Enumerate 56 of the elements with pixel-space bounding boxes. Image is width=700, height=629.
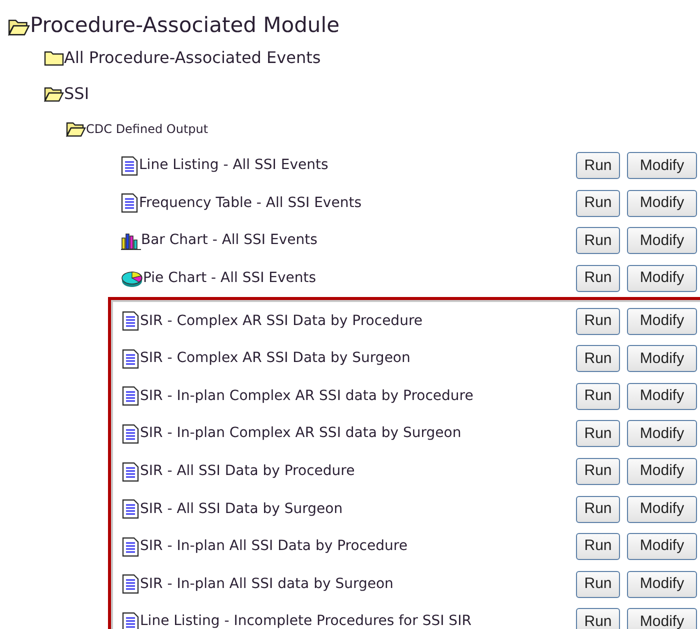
- modify-button[interactable]: Modify: [627, 308, 697, 335]
- run-button[interactable]: Run: [576, 420, 620, 448]
- modify-button[interactable]: Modify: [627, 458, 697, 486]
- modify-button[interactable]: Modify: [627, 533, 697, 560]
- run-button[interactable]: Run: [576, 227, 620, 254]
- run-button[interactable]: Run: [576, 345, 620, 372]
- modify-button[interactable]: Modify: [627, 496, 697, 523]
- report-title[interactable]: Line Listing - All SSI Events: [139, 155, 328, 176]
- run-button[interactable]: Run: [576, 570, 620, 598]
- document-icon: [121, 156, 139, 176]
- modify-button[interactable]: Modify: [627, 227, 697, 254]
- document-icon: [122, 536, 140, 557]
- run-button[interactable]: Run: [576, 608, 620, 629]
- report-title[interactable]: Line Listing - Incomplete Procedures for SSI SIR: [140, 611, 472, 629]
- folder-title[interactable]: SSI: [64, 82, 90, 106]
- document-icon: [122, 499, 140, 520]
- bar-chart-icon: [121, 232, 141, 250]
- folder-title[interactable]: All Procedure-Associated Events: [64, 46, 321, 70]
- report-title[interactable]: SIR - All SSI Data by Procedure: [140, 461, 355, 482]
- report-title[interactable]: SIR - In-plan Complex AR SSI data by Procedure: [140, 386, 474, 407]
- run-button[interactable]: Run: [576, 458, 620, 486]
- report-title[interactable]: SIR - In-plan Complex AR SSI data by Surgeon: [140, 423, 462, 444]
- run-button[interactable]: Run: [576, 152, 620, 180]
- run-button[interactable]: Run: [576, 265, 620, 292]
- modify-button[interactable]: Modify: [627, 608, 697, 629]
- run-button[interactable]: Run: [576, 533, 620, 560]
- report-title[interactable]: SIR - In-plan All SSI Data by Procedure: [140, 536, 408, 558]
- run-button[interactable]: Run: [576, 308, 620, 335]
- pie-chart-icon: [121, 268, 143, 289]
- report-title[interactable]: SIR - All SSI Data by Surgeon: [140, 498, 343, 520]
- document-icon: [122, 386, 140, 406]
- document-icon: [122, 462, 140, 482]
- report-title[interactable]: Pie Chart - All SSI Events: [143, 268, 316, 290]
- run-button[interactable]: Run: [576, 382, 620, 410]
- document-icon: [122, 424, 140, 444]
- open-folder-icon: [8, 18, 30, 36]
- modify-button[interactable]: Modify: [627, 152, 697, 180]
- folder-title[interactable]: CDC Defined Output: [86, 120, 208, 138]
- document-icon: [122, 311, 140, 332]
- report-title[interactable]: SIR - In-plan All SSI data by Surgeon: [140, 574, 394, 595]
- module-title[interactable]: Procedure-Associated Module: [30, 15, 340, 36]
- report-title[interactable]: Frequency Table - All SSI Events: [139, 192, 362, 214]
- run-button[interactable]: Run: [576, 496, 620, 523]
- report-title[interactable]: SIR - Complex AR SSI Data by Surgeon: [140, 348, 410, 370]
- modify-button[interactable]: Modify: [627, 265, 697, 292]
- modify-button[interactable]: Modify: [627, 382, 697, 410]
- modify-button[interactable]: Modify: [627, 420, 697, 448]
- document-icon: [122, 348, 140, 369]
- modify-button[interactable]: Modify: [627, 190, 697, 217]
- modify-button[interactable]: Modify: [627, 570, 697, 598]
- document-icon: [122, 574, 140, 594]
- report-title[interactable]: SIR - Complex AR SSI Data by Procedure: [140, 310, 423, 332]
- run-button[interactable]: Run: [576, 190, 620, 217]
- report-title[interactable]: Bar Chart - All SSI Events: [141, 230, 318, 252]
- modify-button[interactable]: Modify: [627, 345, 697, 372]
- document-icon: [121, 193, 139, 214]
